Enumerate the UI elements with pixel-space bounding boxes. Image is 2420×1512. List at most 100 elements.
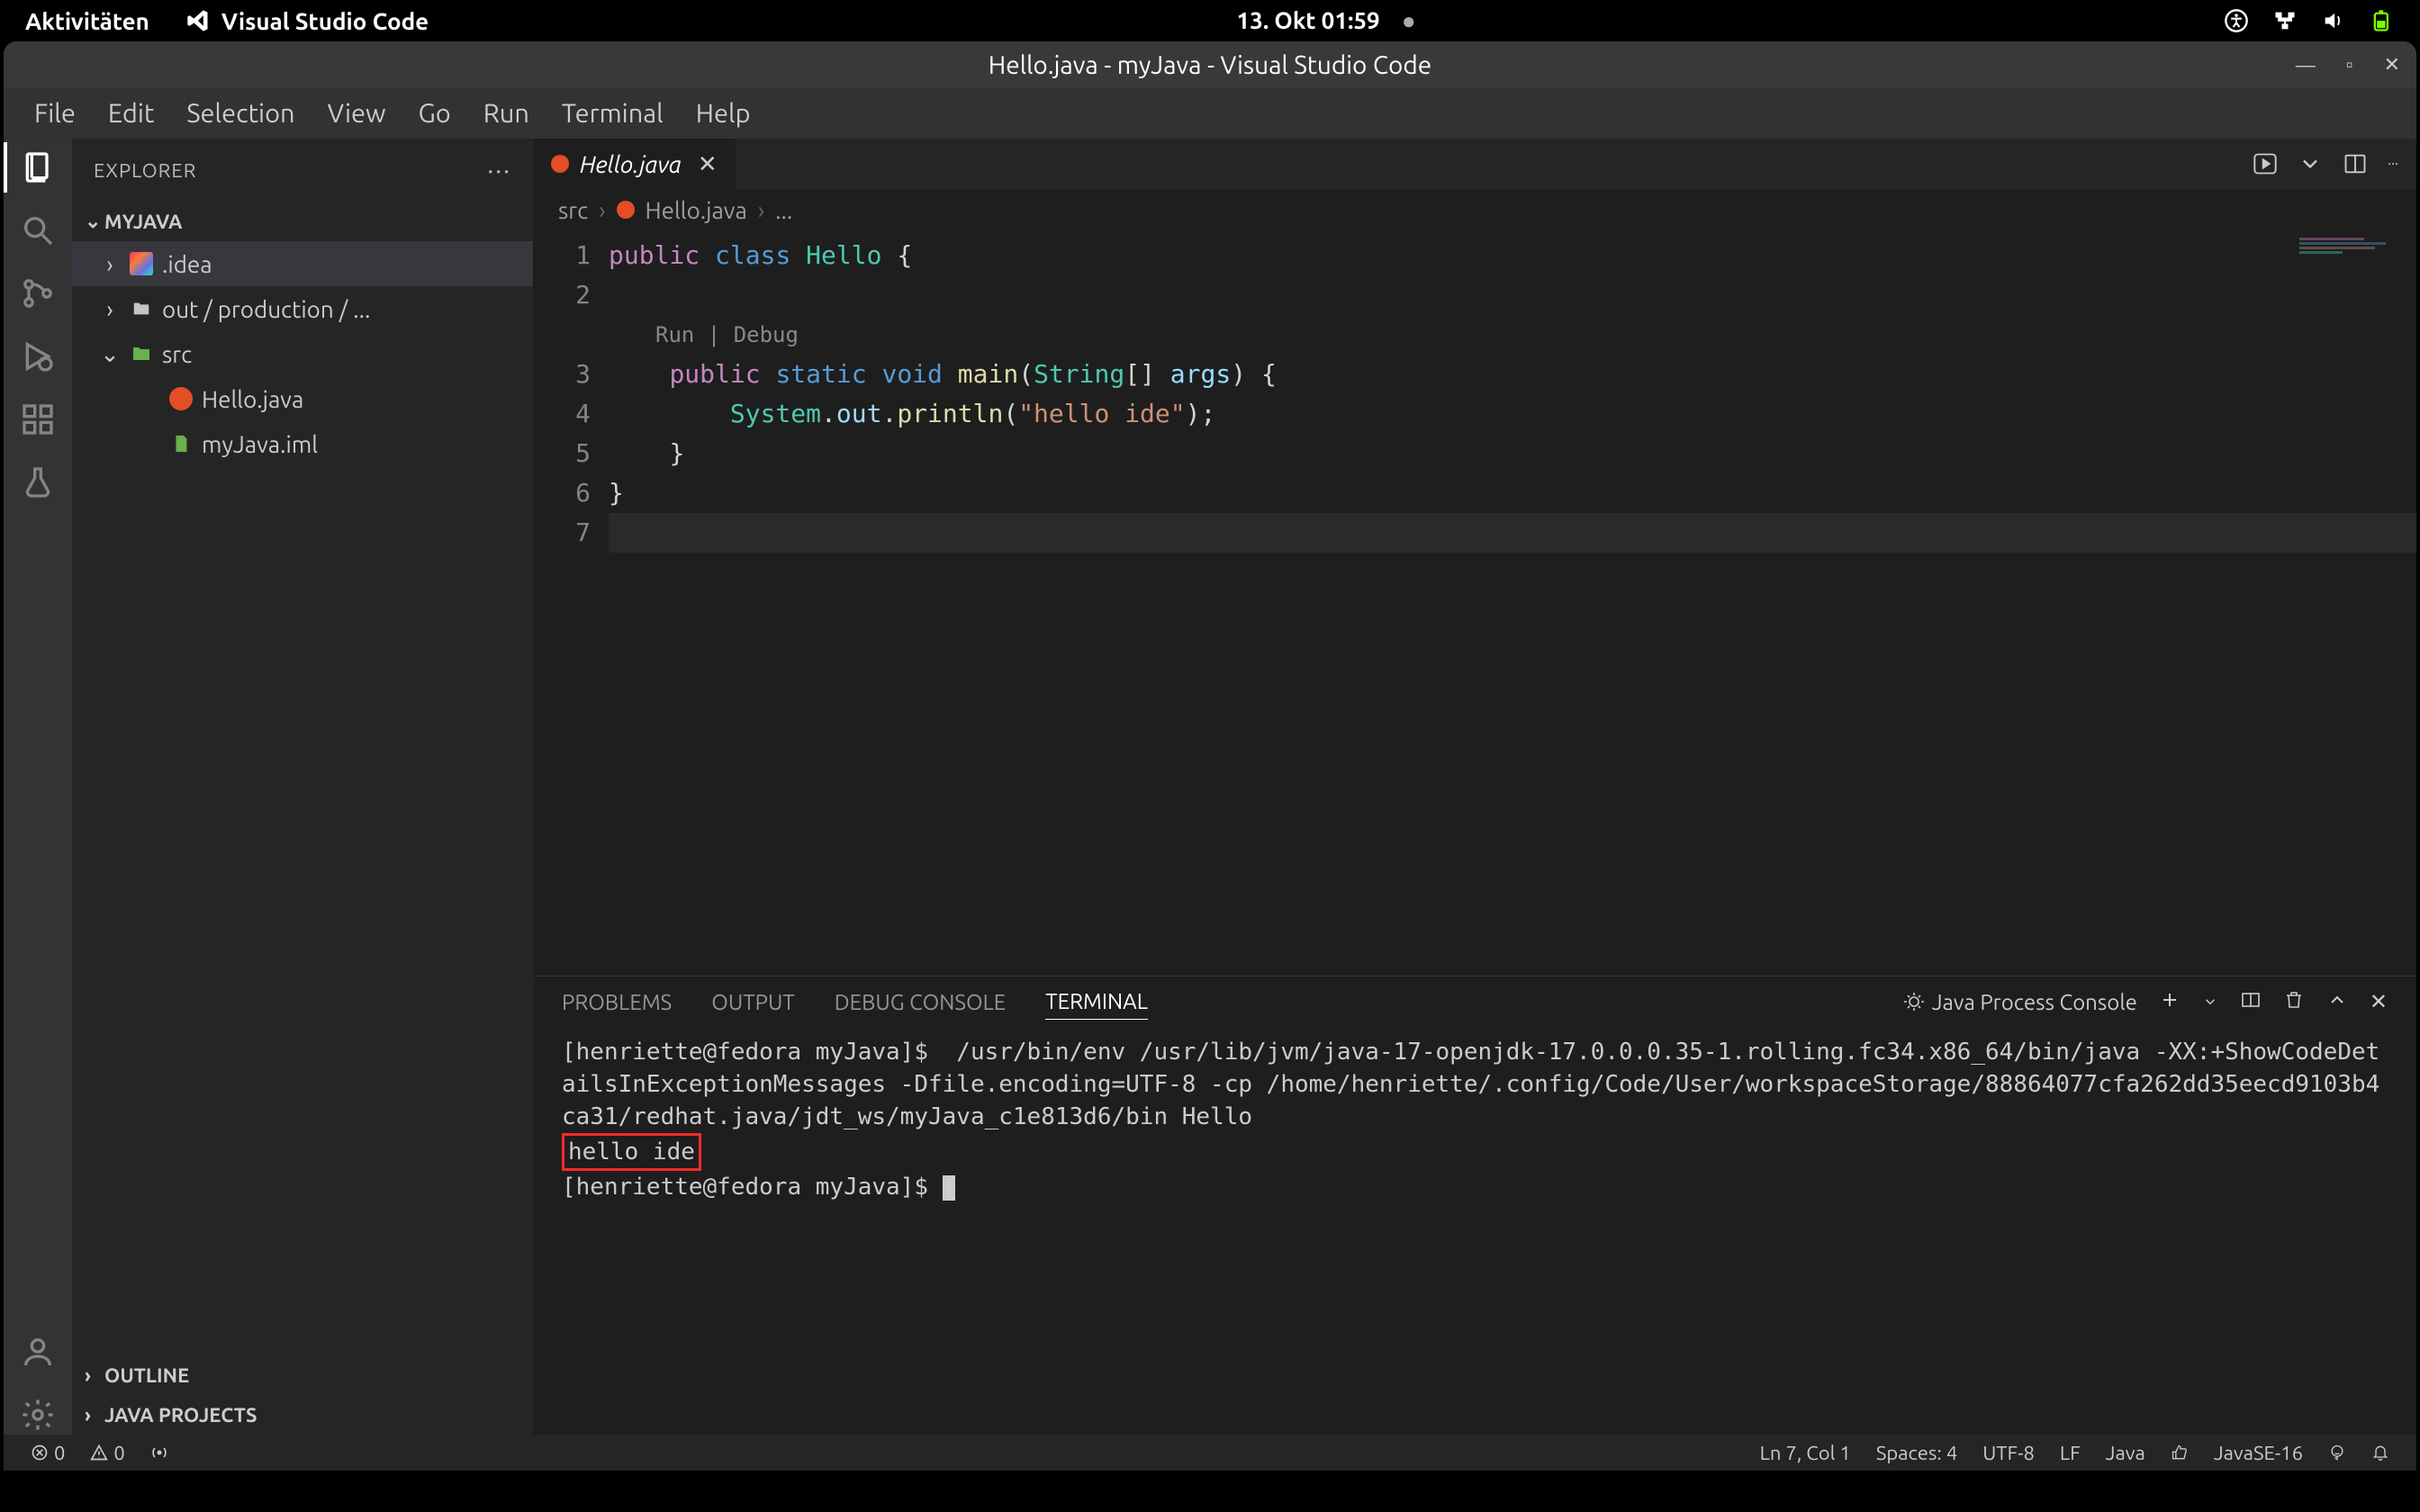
app-indicator[interactable]: Visual Studio Code: [185, 8, 429, 34]
folder-icon: [130, 297, 153, 320]
system-top-bar: Aktivitäten Visual Studio Code 13. Okt 0…: [0, 0, 2420, 41]
activities-button[interactable]: Aktivitäten: [25, 8, 149, 34]
java-file-icon: [551, 155, 569, 173]
explorer-sidebar: EXPLORER ··· ⌄ MYJAVA › .idea › out / pr…: [72, 139, 533, 1435]
idea-folder-icon: [130, 252, 153, 275]
network-icon[interactable]: [2272, 8, 2298, 33]
close-window-button[interactable]: ✕: [2384, 53, 2400, 76]
tree-folder-out[interactable]: › out / production / ...: [72, 286, 533, 331]
maximize-button[interactable]: ▫: [2346, 53, 2353, 76]
tab-bar: Hello.java ✕ ···: [533, 139, 2416, 189]
terminal-dropdown[interactable]: Java Process Console: [1903, 990, 2137, 1014]
java-projects-label: JAVA PROJECTS: [104, 1404, 257, 1426]
panel-tab-problems[interactable]: PROBLEMS: [562, 985, 672, 1020]
codelens-run-debug[interactable]: Run | Debug: [609, 315, 2416, 355]
outline-section[interactable]: › OUTLINE: [72, 1355, 533, 1395]
broadcast-icon: [150, 1444, 168, 1462]
volume-icon[interactable]: [2321, 8, 2346, 33]
terminal-body[interactable]: [henriette@fedora myJava]$ /usr/bin/env …: [533, 1027, 2416, 1435]
more-actions-icon[interactable]: ···: [2388, 156, 2398, 172]
close-tab-icon[interactable]: ✕: [698, 150, 718, 178]
src-folder-icon: [130, 342, 153, 365]
run-dropdown-icon[interactable]: [2298, 151, 2323, 176]
panel-tab-debug-console[interactable]: DEBUG CONSOLE: [835, 985, 1007, 1020]
tree-label: Hello.java: [202, 386, 303, 412]
accounts-icon[interactable]: [18, 1332, 58, 1372]
battery-icon[interactable]: [2370, 8, 2395, 33]
menu-go[interactable]: Go: [402, 94, 467, 133]
breadcrumb-file[interactable]: Hello.java: [646, 197, 747, 223]
run-debug-icon[interactable]: [18, 337, 58, 376]
menu-bar: File Edit Selection View Go Run Terminal…: [4, 88, 2416, 139]
code-editor[interactable]: 1 2 3 4 5 6 7 public class Hello { Run |…: [533, 230, 2416, 976]
status-encoding[interactable]: UTF-8: [1970, 1442, 2047, 1464]
menu-view[interactable]: View: [312, 94, 402, 133]
status-feedback-icon[interactable]: [2316, 1442, 2359, 1464]
bottom-panel: PROBLEMS OUTPUT DEBUG CONSOLE TERMINAL J…: [533, 976, 2416, 1435]
menu-selection[interactable]: Selection: [170, 94, 311, 133]
chevron-right-icon: ›: [99, 296, 121, 322]
menu-help[interactable]: Help: [680, 94, 767, 133]
testing-icon[interactable]: [18, 463, 58, 502]
menu-edit[interactable]: Edit: [92, 94, 170, 133]
tab-hello-java[interactable]: Hello.java ✕: [533, 139, 736, 189]
status-jdk[interactable]: JavaSE-16: [2201, 1442, 2316, 1464]
status-eol[interactable]: LF: [2047, 1442, 2093, 1464]
status-bell-icon[interactable]: [2359, 1442, 2402, 1464]
explorer-icon[interactable]: [18, 148, 58, 187]
status-ln-col[interactable]: Ln 7, Col 1: [1747, 1442, 1864, 1464]
status-warnings[interactable]: 0: [77, 1442, 137, 1464]
panel-tab-terminal[interactable]: TERMINAL: [1045, 984, 1148, 1020]
tree-file-hello-java[interactable]: Hello.java: [72, 376, 533, 421]
source-control-icon[interactable]: [18, 274, 58, 313]
terminal-output-line: [henriette@fedora myJava]$ /usr/bin/env …: [562, 1039, 2379, 1130]
extensions-icon[interactable]: [18, 400, 58, 439]
search-icon[interactable]: [18, 211, 58, 250]
code-body[interactable]: public class Hello { Run | Debug public …: [609, 230, 2416, 976]
minimize-button[interactable]: —: [2296, 54, 2316, 76]
tree-folder-idea[interactable]: › .idea: [72, 241, 533, 286]
accessibility-icon[interactable]: [2224, 8, 2249, 33]
tree-folder-src[interactable]: ⌄ src: [72, 331, 533, 376]
status-live-share[interactable]: [138, 1444, 181, 1462]
status-spaces[interactable]: Spaces: 4: [1864, 1442, 1970, 1464]
chevron-right-icon: ›: [599, 197, 605, 223]
chevron-right-icon: ›: [85, 1364, 104, 1387]
panel-tab-output[interactable]: OUTPUT: [711, 985, 794, 1020]
tree-label: out / production / ...: [162, 296, 370, 322]
terminal-split-dropdown-icon[interactable]: [2202, 990, 2218, 1014]
new-terminal-icon[interactable]: [2159, 989, 2181, 1015]
project-section-header[interactable]: ⌄ MYJAVA: [72, 202, 533, 241]
split-terminal-icon[interactable]: [2240, 989, 2262, 1015]
terminal-dropdown-label: Java Process Console: [1932, 990, 2137, 1014]
kill-terminal-icon[interactable]: [2283, 989, 2305, 1015]
menu-terminal[interactable]: Terminal: [546, 94, 680, 133]
status-errors[interactable]: 0: [18, 1442, 77, 1464]
error-icon: [31, 1444, 49, 1462]
clock[interactable]: 13. Okt 01:59: [1237, 7, 1380, 33]
maximize-panel-icon[interactable]: [2326, 989, 2348, 1015]
menu-file[interactable]: File: [18, 94, 92, 133]
terminal-highlighted-output: hello ide: [562, 1133, 701, 1171]
file-tree: › .idea › out / production / ... ⌄ src H…: [72, 241, 533, 1355]
warning-icon: [90, 1444, 108, 1462]
tree-file-myjava-iml[interactable]: myJava.iml: [72, 421, 533, 466]
breadcrumb-more[interactable]: ...: [775, 197, 792, 223]
terminal-prompt: [henriette@fedora myJava]$: [562, 1174, 943, 1201]
settings-gear-icon[interactable]: [18, 1395, 58, 1435]
chevron-right-icon: ›: [85, 1404, 104, 1426]
close-panel-icon[interactable]: ✕: [2370, 989, 2388, 1014]
chevron-right-icon: ›: [758, 197, 764, 223]
run-button[interactable]: [2253, 151, 2278, 176]
window-title: Hello.java - myJava - Visual Studio Code: [989, 51, 1431, 79]
menu-run[interactable]: Run: [467, 94, 546, 133]
breadcrumb[interactable]: src › Hello.java › ...: [533, 189, 2416, 230]
explorer-more-icon[interactable]: ···: [487, 157, 511, 184]
java-projects-section[interactable]: › JAVA PROJECTS: [72, 1395, 533, 1435]
minimap[interactable]: [2299, 236, 2407, 272]
breadcrumb-src[interactable]: src: [558, 197, 588, 223]
chevron-down-icon: ⌄: [99, 340, 121, 368]
status-java-thumbs[interactable]: [2158, 1442, 2201, 1464]
split-editor-icon[interactable]: [2343, 151, 2368, 176]
status-language[interactable]: Java: [2093, 1442, 2158, 1464]
